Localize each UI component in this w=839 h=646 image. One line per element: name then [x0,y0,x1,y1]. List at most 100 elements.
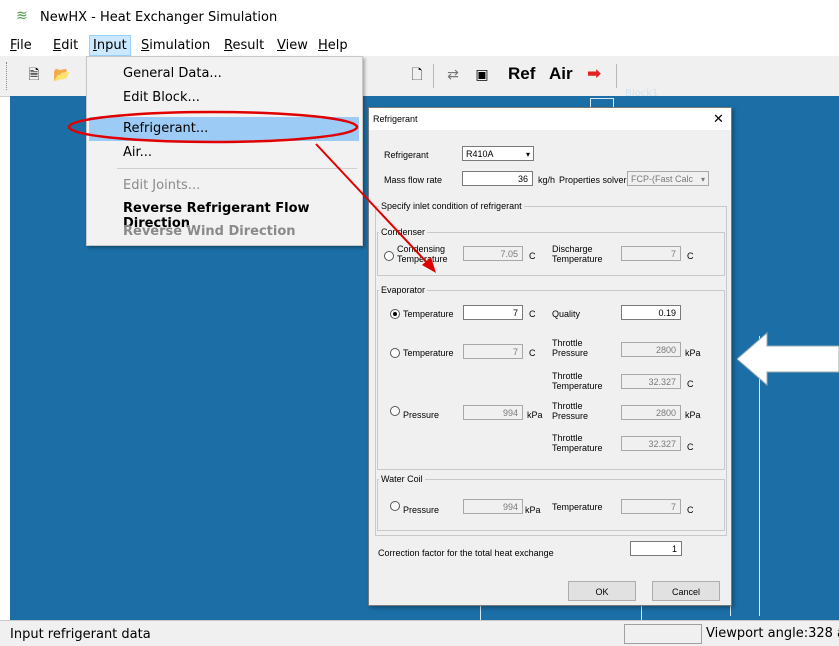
quality-input[interactable]: 0.19 [621,305,681,320]
title-bar: ≋ NewHX - Heat Exchanger Simulation [0,0,839,34]
air-button[interactable]: Air [549,64,573,84]
menu-result[interactable]: Result [224,38,264,53]
status-message: Input refrigerant data [10,627,151,642]
app-icon: ≋ [16,8,28,24]
mass-flow-label: Mass flow rate [384,175,443,185]
menu-view[interactable]: View [277,38,308,53]
throttle-pressure-label-1: Throttle [552,338,583,348]
wind-direction-arrow [737,331,839,387]
water-temp-input: 7 [621,499,681,514]
water-temp-unit: C [687,505,694,515]
condenser-title: Condenser [379,227,428,237]
evap-temp2-label: Temperature [403,348,454,358]
status-bar: Input refrigerant data Viewport angle:32… [0,620,839,646]
throttle-temp-label-1: Throttle [552,371,583,381]
refrigerant-select[interactable]: R410A ▾ [462,146,534,161]
menu-item-edit-joints: Edit Joints... [123,178,201,193]
throttle-temp2-input: 32.327 [621,436,681,451]
evap-temperature-quality-radio[interactable] [390,309,400,319]
throttle-temp2-label-1: Throttle [552,433,583,443]
throttle-temp-label-2: Temperature [552,381,603,391]
ok-button[interactable]: OK [568,581,636,601]
chevron-down-icon: ▾ [700,175,705,184]
toolbar-grip [6,62,9,90]
menu-item-air[interactable]: Air... [123,145,152,160]
condensing-temp-input: 7.05 [463,246,523,261]
water-coil-radio[interactable] [390,501,400,511]
block-icon[interactable]: ▣ [473,66,491,84]
chevron-down-icon: ▾ [525,150,530,159]
evap-temp-input[interactable]: 7 [463,305,523,320]
refrigerant-dialog: Refrigerant ✕ Refrigerant R410A ▾ Mass f… [368,107,732,606]
evap-pressure-label: Pressure [403,410,440,420]
flow-icon[interactable]: ⇄ [444,66,462,84]
solver-select[interactable]: FCP-(Fast Calc ▾ [627,171,709,186]
water-pressure-label: Pressure [403,505,440,515]
menu-help[interactable]: Help [318,38,348,53]
throttle-temp2-unit: C [687,442,694,452]
throttle-pressure2-unit: kPa [685,410,701,420]
menu-file[interactable]: File [10,38,32,53]
menu-bar: File Edit Input Simulation Result View H… [0,34,839,56]
discharge-temp-label-2: Temperature [552,254,603,264]
quality-label: Quality [552,309,581,319]
viewport-angle: Viewport angle:328 a [706,626,839,641]
correction-factor-input[interactable]: 1 [630,541,682,556]
correction-factor-label: Correction factor for the total heat exc… [378,548,554,558]
throttle-pressure2-label-2: Pressure [552,411,589,421]
discharge-temp-label-1: Discharge [552,244,593,254]
menu-item-reverse-wind: Reverse Wind Direction [123,224,296,239]
mass-flow-unit: kg/h [538,175,556,185]
status-panel [624,624,702,644]
condenser-radio[interactable] [384,251,394,261]
direction-arrow-icon[interactable]: ➡ [587,64,601,84]
throttle-temp-unit: C [687,379,694,389]
open-folder-icon[interactable]: 📂 [53,66,71,84]
evap-temp-label: Temperature [403,309,454,319]
close-icon[interactable]: ✕ [713,111,724,127]
condensing-temp-unit: C [529,251,536,261]
menu-simulation[interactable]: Simulation [141,38,210,53]
window-title: NewHX - Heat Exchanger Simulation [40,10,278,25]
menu-edit[interactable]: Edit [53,38,78,53]
new-file-icon[interactable]: 🗎 [25,66,43,84]
document-icon[interactable]: 🗋 [408,66,426,84]
mass-flow-input[interactable]: 36 [462,171,533,186]
throttle-pressure-unit: kPa [685,348,701,358]
condensing-temp-label-2: Temperature [397,254,448,264]
throttle-temp2-label-2: Temperature [552,443,603,453]
toolbar-separator [433,64,434,88]
menu-item-general-data[interactable]: General Data... [123,66,222,81]
evap-temperature-throttle-radio[interactable] [390,348,400,358]
evap-pressure-unit: kPa [527,410,543,420]
discharge-temp-unit: C [687,251,694,261]
toolbar-separator [616,64,617,88]
throttle-pressure-label-2: Pressure [552,348,589,358]
throttle-pressure2-label-1: Throttle [552,401,583,411]
ref-button[interactable]: Ref [508,64,535,84]
throttle-pressure-input: 2800 [621,342,681,357]
refrigerant-label: Refrigerant [384,150,429,160]
discharge-temp-input: 7 [621,246,681,261]
dialog-title: Refrigerant [373,114,418,124]
water-coil-title: Water Coil [379,474,425,484]
evap-temp-unit: C [529,309,536,319]
cancel-button[interactable]: Cancel [652,581,720,601]
solver-label: Properties solver [559,175,627,185]
inlet-condition-title: Specify inlet condition of refrigerant [379,201,524,211]
throttle-temp-input: 32.327 [621,374,681,389]
throttle-pressure2-input: 2800 [621,405,681,420]
menu-input[interactable]: Input [89,35,131,56]
menu-item-refrigerant[interactable]: Refrigerant... [123,121,208,136]
water-pressure-input: 994 [463,499,523,514]
status-panel-viewport: Viewport angle:328 a [701,624,839,642]
input-menu-dropdown: General Data... Edit Block... Refrigeran… [86,56,363,246]
menu-item-edit-block[interactable]: Edit Block... [123,90,200,105]
water-pressure-unit: kPa [525,505,541,515]
block-label: Block1 [625,88,659,99]
menu-separator [117,168,357,169]
evap-pressure-radio[interactable] [390,406,400,416]
evap-temp2-input: 7 [463,344,523,359]
evaporator-title: Evaporator [379,285,428,295]
water-temp-label: Temperature [552,502,603,512]
